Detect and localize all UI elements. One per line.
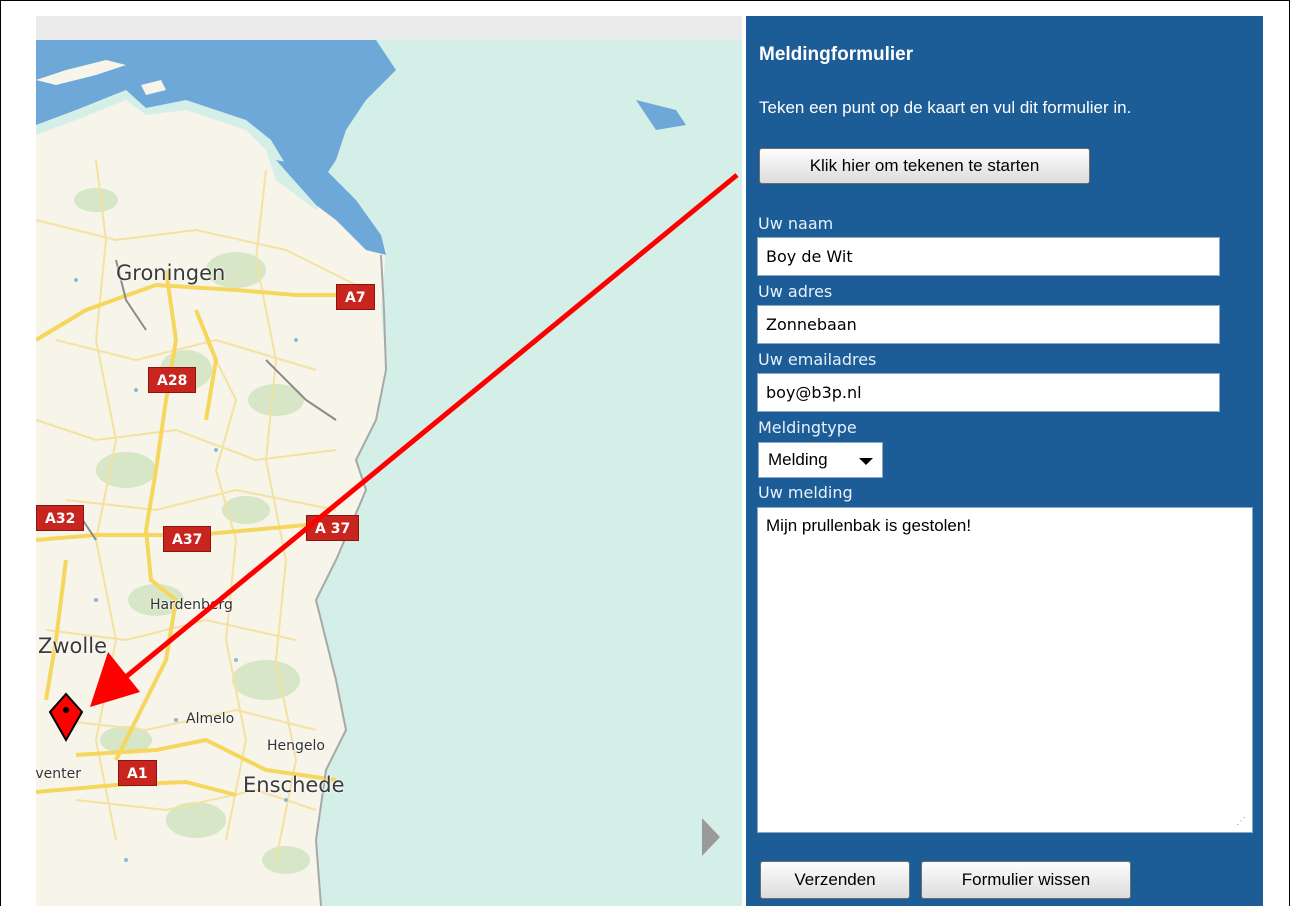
- name-field[interactable]: [757, 237, 1220, 276]
- submit-button[interactable]: Verzenden: [760, 861, 910, 899]
- road-shield-a37-east: A 37: [306, 515, 360, 541]
- chevron-right-icon[interactable]: [702, 818, 720, 856]
- address-label: Uw adres: [758, 282, 833, 301]
- message-label: Uw melding: [758, 483, 853, 502]
- name-label: Uw naam: [758, 214, 834, 233]
- map-label-almelo: Almelo: [186, 711, 235, 727]
- report-form-panel: Meldingformulier Teken een punt op de ka…: [746, 16, 1263, 906]
- message-text: Mijn prullenbak is gestolen!: [766, 516, 972, 535]
- map-label-groningen: Groningen: [116, 261, 226, 285]
- map-label-enschede: Enschede: [243, 773, 345, 797]
- clear-form-button[interactable]: Formulier wissen: [921, 861, 1131, 899]
- map-toolbar: [36, 16, 742, 40]
- email-label: Uw emailadres: [758, 350, 877, 369]
- map-label-hardenberg: Hardenberg: [150, 597, 233, 613]
- start-drawing-button[interactable]: Klik hier om tekenen te starten: [759, 148, 1090, 184]
- road-shield-a1: A1: [118, 760, 157, 786]
- email-field[interactable]: [757, 373, 1220, 412]
- resize-grip-icon[interactable]: ⋰: [1236, 816, 1248, 828]
- map-label-hengelo: Hengelo: [267, 738, 325, 754]
- road-shield-a37: A37: [163, 526, 212, 552]
- message-textarea[interactable]: Mijn prullenbak is gestolen! ⋰: [757, 507, 1253, 833]
- road-shield-a7: A7: [336, 284, 375, 310]
- road-shield-a32: A32: [36, 505, 85, 531]
- panel-instructions: Teken een punt op de kaart en vul dit fo…: [759, 98, 1132, 117]
- type-select-value: Melding: [768, 450, 828, 469]
- type-select[interactable]: Melding: [758, 442, 883, 478]
- type-label: Meldingtype: [758, 418, 857, 437]
- map-label-deventer: Deventer: [36, 766, 82, 782]
- panel-title: Meldingformulier: [759, 44, 914, 65]
- road-shield-a28: A28: [148, 367, 197, 393]
- chevron-down-icon: [859, 458, 873, 465]
- map-view[interactable]: Groningen Zwolle Hardenberg Almelo Henge…: [36, 40, 742, 906]
- address-field[interactable]: [757, 305, 1220, 344]
- map-label-zwolle: Zwolle: [38, 634, 107, 658]
